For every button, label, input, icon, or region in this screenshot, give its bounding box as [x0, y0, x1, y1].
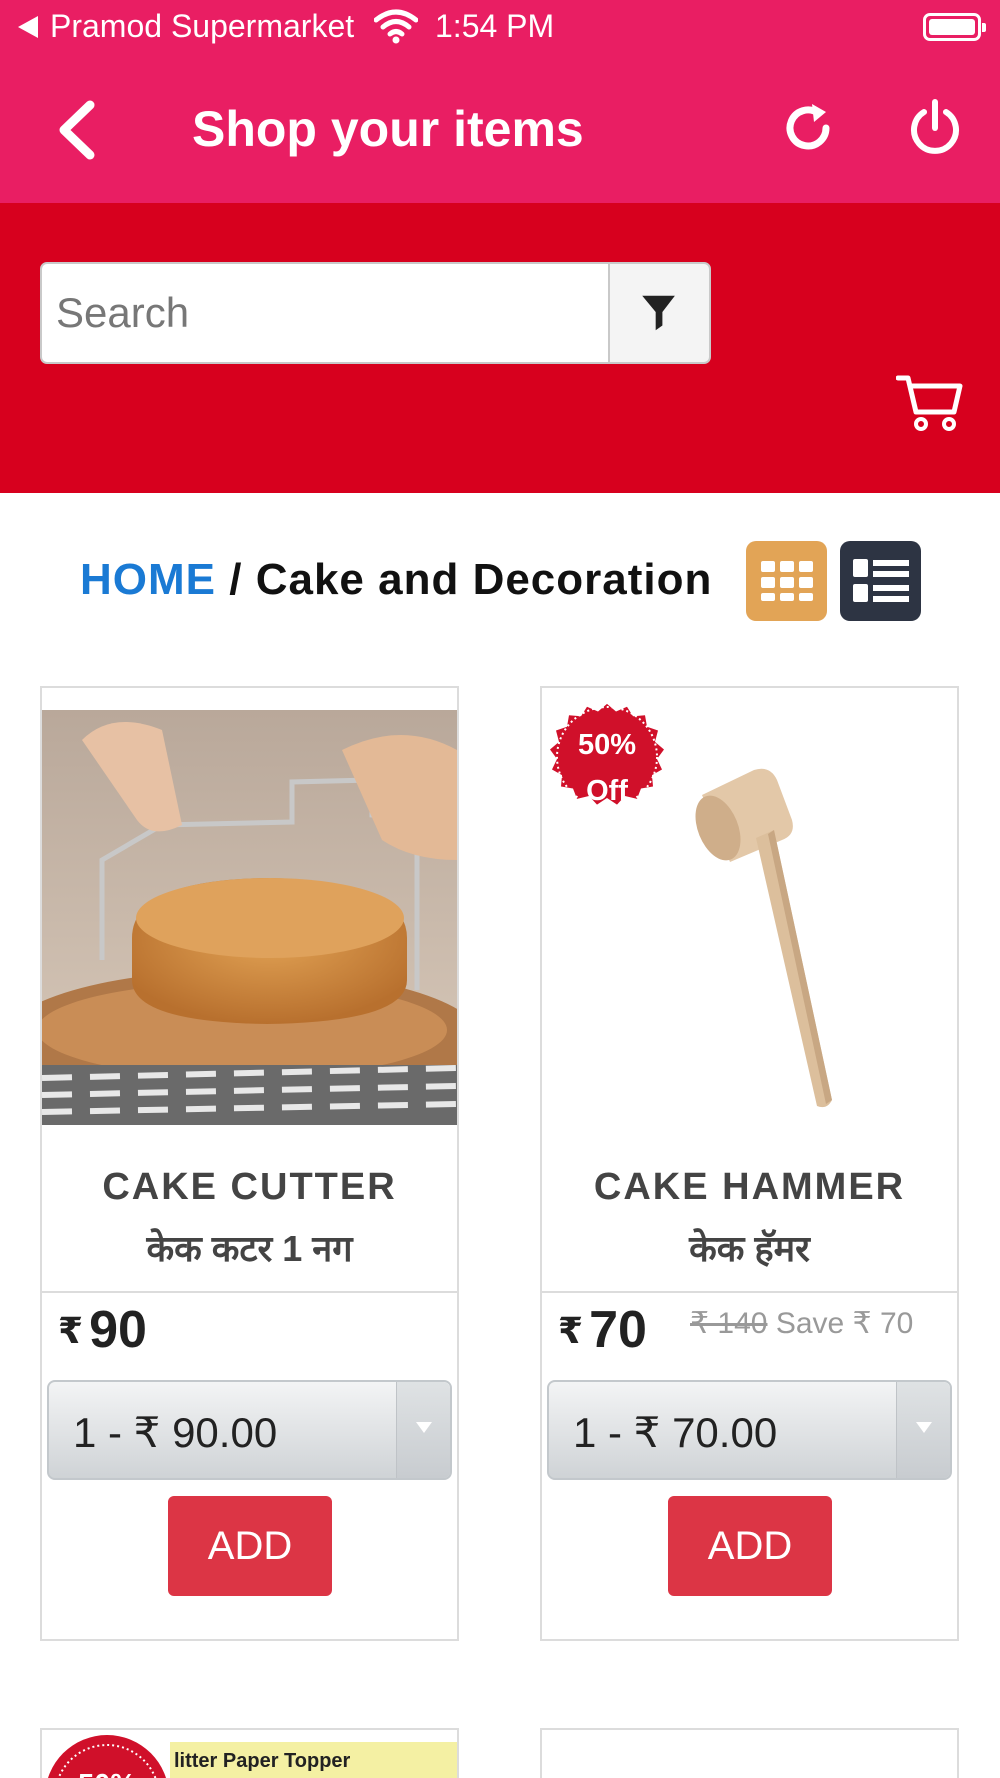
search-band — [0, 203, 1000, 493]
badge-text: 50% Off — [538, 722, 676, 814]
product-card[interactable] — [540, 1728, 959, 1778]
filter-icon — [642, 295, 675, 331]
save-amount: Save ₹ 70 — [775, 1307, 914, 1340]
quantity-selected-value: 1 - ₹ 90.00 — [73, 1409, 278, 1456]
product-name-hindi: केक कटर 1 नग — [146, 1228, 353, 1269]
product-image[interactable] — [42, 710, 457, 1125]
back-icon[interactable] — [50, 95, 110, 165]
quantity-selected-value: 1 - ₹ 70.00 — [573, 1409, 778, 1456]
status-bar: Pramod Supermarket 1:54 PM — [0, 0, 1000, 56]
currency-symbol: ₹ — [558, 1310, 584, 1351]
page-title: Shop your items — [192, 101, 584, 157]
search-input[interactable] — [42, 264, 608, 362]
product-name: CAKE HAMMER केक हॅमर — [542, 1166, 957, 1272]
add-to-cart-button[interactable]: ADD — [168, 1496, 332, 1596]
card-divider — [42, 1291, 457, 1293]
power-icon[interactable] — [905, 98, 965, 158]
status-time: 1:54 PM — [435, 8, 555, 44]
add-to-cart-button[interactable]: ADD — [668, 1496, 832, 1596]
grid-view-button[interactable] — [746, 541, 827, 621]
cart-icon[interactable] — [896, 368, 966, 438]
badge-percent: 50% — [577, 729, 637, 761]
quantity-select[interactable]: 1 - ₹ 70.00 — [547, 1380, 952, 1480]
dropdown-arrow-icon — [896, 1382, 950, 1478]
product-card[interactable]: CAKE CUTTER केक कटर 1 नग ₹90 1 - ₹ 90.00… — [40, 686, 459, 1641]
cake-cutter-image — [42, 710, 457, 1125]
original-price: ₹ 140 — [690, 1307, 768, 1340]
product-name-hindi: केक हॅमर — [689, 1228, 810, 1269]
product-card[interactable]: 50% Off CAKE HAMMER केक हॅमर ₹70 ₹ 140 S… — [540, 686, 959, 1641]
filter-button[interactable] — [608, 262, 711, 364]
wifi-icon — [374, 9, 418, 44]
refresh-icon[interactable] — [778, 98, 838, 158]
product-price: ₹70 — [558, 1300, 647, 1360]
status-back-icon[interactable] — [18, 16, 38, 38]
price-amount: 90 — [89, 1301, 147, 1359]
list-view-button[interactable] — [840, 541, 921, 621]
product-name-english: CAKE HAMMER — [593, 1166, 906, 1208]
grid-icon — [761, 561, 813, 601]
product-price: ₹90 — [58, 1300, 147, 1360]
badge-text: 50% — [42, 1762, 176, 1778]
badge-off: Off — [586, 775, 628, 807]
dropdown-arrow-icon — [396, 1382, 450, 1478]
product-image[interactable]: litter Paper Topper — [170, 1742, 457, 1778]
carrier-label: Pramod Supermarket — [50, 8, 355, 44]
breadcrumb: HOME / Cake and Decoration — [80, 555, 712, 605]
quantity-select[interactable]: 1 - ₹ 90.00 — [47, 1380, 452, 1480]
badge-percent: 50% — [42, 1762, 176, 1778]
price-savings: ₹ 140 Save ₹ 70 — [690, 1306, 913, 1341]
product-name-english: CAKE CUTTER — [102, 1166, 397, 1208]
product-card[interactable]: 50% litter Paper Topper — [40, 1728, 459, 1778]
product-name: CAKE CUTTER केक कटर 1 नग — [42, 1166, 457, 1272]
card-divider — [542, 1291, 957, 1293]
price-amount: 70 — [589, 1301, 647, 1359]
list-icon — [853, 559, 909, 602]
search-box — [40, 262, 610, 364]
discount-badge: 50% Off — [538, 688, 676, 826]
battery-icon — [923, 13, 986, 41]
breadcrumb-home-link[interactable]: HOME — [80, 555, 216, 604]
app-header: Pramod Supermarket 1:54 PM Shop your ite… — [0, 0, 1000, 203]
image-caption: litter Paper Topper — [174, 1750, 351, 1772]
discount-badge: 50% — [42, 1730, 176, 1778]
breadcrumb-current: Cake and Decoration — [255, 555, 713, 604]
breadcrumb-separator: / — [229, 555, 243, 604]
currency-symbol: ₹ — [58, 1310, 84, 1351]
